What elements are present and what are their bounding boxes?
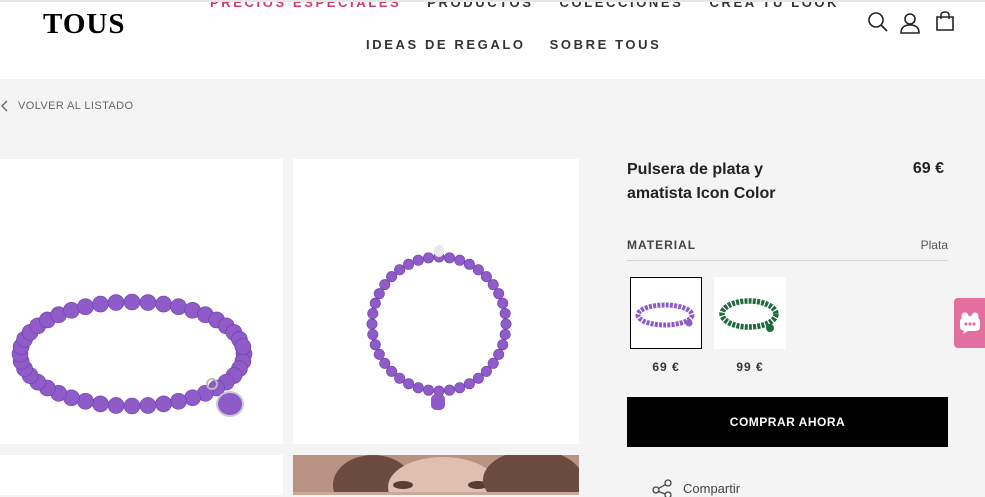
share-icon xyxy=(652,479,672,497)
product-image-2[interactable] xyxy=(293,159,579,444)
top-divider xyxy=(0,0,985,2)
search-icon[interactable] xyxy=(866,10,890,34)
variant-thumb-amethyst xyxy=(635,302,695,328)
brand-logo[interactable]: TOUS xyxy=(43,8,125,41)
buy-now-button[interactable]: COMPRAR AHORA xyxy=(627,397,948,447)
variant-thumb-malachite xyxy=(719,298,779,332)
product-image-3[interactable] xyxy=(0,455,283,495)
product-image-1[interactable] xyxy=(0,159,283,444)
chat-bear-icon xyxy=(959,312,980,334)
variant-malachite[interactable] xyxy=(714,277,786,349)
variant-amethyst[interactable] xyxy=(630,277,702,349)
variant-price-amethyst: 69 € xyxy=(652,360,680,374)
material-row: MATERIAL Plata xyxy=(627,236,948,261)
bag-icon[interactable] xyxy=(933,9,957,33)
chevron-left-icon xyxy=(1,100,8,112)
product-image-4-model[interactable] xyxy=(293,450,583,497)
back-to-list-link[interactable]: VOLVER AL LISTADO xyxy=(0,100,133,112)
bracelet-photo-front xyxy=(366,245,512,410)
material-value: Plata xyxy=(920,238,948,252)
main-nav-row-2: IDEAS DE REGALO SOBRE TOUS xyxy=(366,37,685,52)
product-price: 69 € xyxy=(912,160,944,177)
product-title: Pulsera de plata y amatista Icon Color xyxy=(627,161,776,202)
nav-item-ideas-de-regalo[interactable]: IDEAS DE REGALO xyxy=(366,37,526,52)
share-link[interactable]: Compartir xyxy=(652,479,740,497)
chat-button[interactable] xyxy=(954,298,985,348)
material-label: MATERIAL xyxy=(627,238,697,252)
user-icon[interactable] xyxy=(898,10,922,36)
variant-price-malachite: 99 € xyxy=(736,360,764,374)
model-photo xyxy=(293,450,583,497)
site-header: TOUS PRECIOS ESPECIALES PRODUCTOS COLECC… xyxy=(0,0,985,79)
share-label: Compartir xyxy=(683,480,741,496)
back-label: VOLVER AL LISTADO xyxy=(18,100,134,112)
bracelet-photo-side xyxy=(11,293,253,417)
nav-item-sobre-tous[interactable]: SOBRE TOUS xyxy=(550,37,662,52)
